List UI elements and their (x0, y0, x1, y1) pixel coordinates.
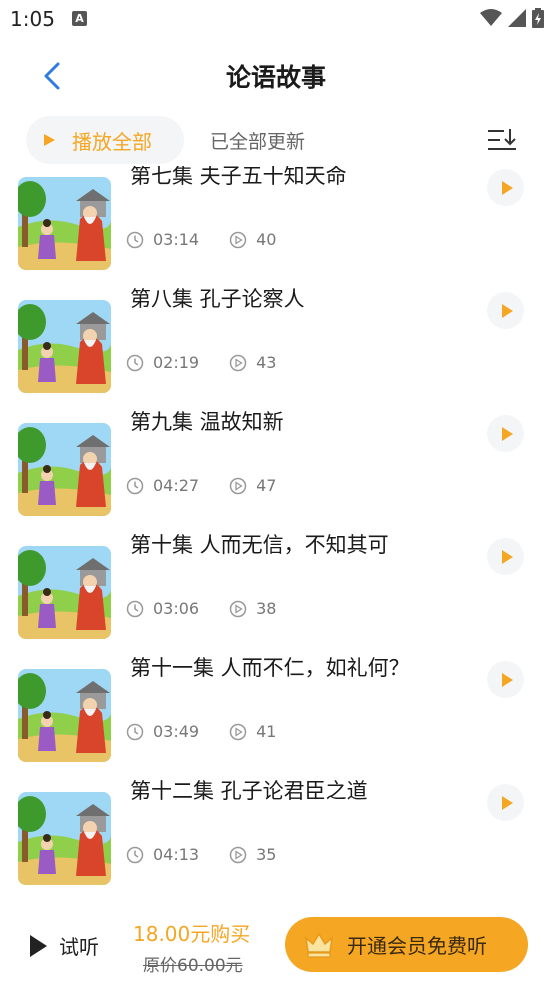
clock-icon (126, 231, 144, 249)
episode-title: 第七集 夫子五十知天命 (130, 166, 347, 188)
episode-duration: 03:06 (153, 599, 200, 618)
episode-thumbnail (18, 177, 111, 270)
episode-play-button[interactable] (487, 784, 524, 821)
episode-item[interactable]: 第十一集 人而不仁，如礼何？ 03:49 41 (0, 642, 552, 765)
play-icon (502, 796, 513, 810)
battery-icon (532, 8, 544, 28)
episode-duration: 04:27 (153, 476, 200, 495)
episode-meta: 03:06 38 (126, 599, 306, 618)
update-status: 已全部更新 (210, 131, 306, 153)
episode-thumbnail (18, 300, 111, 393)
crown-icon (305, 932, 333, 958)
clock-icon (126, 600, 144, 618)
play-icon (502, 673, 513, 687)
clock-icon (126, 354, 144, 372)
clock-icon (126, 723, 144, 741)
episode-play-count: 47 (256, 476, 277, 495)
episode-play-count: 43 (256, 353, 277, 372)
play-count-icon (229, 231, 247, 249)
episode-item[interactable]: 第八集 孔子论察人 02:19 43 (0, 273, 552, 396)
episode-play-button[interactable] (487, 415, 524, 452)
buy-price-button[interactable]: 18.00元购买 (133, 918, 250, 947)
wifi-icon (480, 9, 502, 26)
play-icon (44, 134, 55, 146)
episode-thumbnail (18, 546, 111, 639)
play-count-icon (229, 354, 247, 372)
play-all-button[interactable]: 播放全部 (26, 116, 184, 164)
play-icon (502, 550, 513, 564)
list-controls: 播放全部 已全部更新 (0, 114, 552, 166)
episode-play-button[interactable] (487, 661, 524, 698)
play-count-icon (229, 600, 247, 618)
episode-meta: 03:14 40 (126, 230, 306, 249)
signal-icon (508, 9, 526, 27)
vip-free-listen-button[interactable]: 开通会员免费听 (285, 917, 528, 972)
episode-title: 第十集 人而无信，不知其可 (130, 533, 389, 557)
episode-title: 第八集 孔子论察人 (130, 287, 305, 311)
episode-item[interactable]: 第十集 人而无信，不知其可 03:06 38 (0, 519, 552, 642)
episode-list[interactable]: 第七集 夫子五十知天命 03:14 40 第八集 孔子论察人 02:19 43 … (0, 166, 552, 896)
play-icon (502, 181, 513, 195)
status-bar: 1:05 A (0, 0, 552, 38)
episode-meta: 04:27 47 (126, 476, 306, 495)
clock-icon (126, 846, 144, 864)
play-icon (502, 427, 513, 441)
episode-thumbnail (18, 423, 111, 516)
episode-duration: 03:14 (153, 230, 200, 249)
page-title: 论语故事 (225, 63, 326, 92)
trial-button[interactable]: 试听 (30, 931, 99, 960)
sort-icon[interactable] (486, 126, 518, 154)
episode-meta: 04:13 35 (126, 845, 306, 864)
status-icons (480, 8, 544, 28)
episode-play-count: 38 (256, 599, 277, 618)
episode-title: 第十二集 孔子论君臣之道 (130, 779, 368, 803)
episode-item[interactable]: 第七集 夫子五十知天命 03:14 40 (0, 166, 552, 273)
episode-play-count: 41 (256, 722, 277, 741)
vip-label: 开通会员免费听 (347, 934, 487, 958)
episode-thumbnail (18, 792, 111, 885)
episode-duration: 02:19 (153, 353, 200, 372)
play-count-icon (229, 723, 247, 741)
header: 论语故事 (0, 48, 552, 104)
episode-title: 第九集 温故知新 (130, 410, 284, 434)
status-time: 1:05 (10, 7, 55, 31)
episode-duration: 03:49 (153, 722, 200, 741)
bottom-bar: 试听 18.00元购买 原价60.00元 开通会员免费听 (0, 903, 552, 983)
trial-label: 试听 (59, 935, 99, 959)
play-count-icon (229, 477, 247, 495)
play-all-label: 播放全部 (72, 129, 152, 154)
episode-play-button[interactable] (487, 292, 524, 329)
clock-icon (126, 477, 144, 495)
original-price: 原价60.00元 (143, 956, 243, 976)
episode-meta: 03:49 41 (126, 722, 306, 741)
play-icon (30, 934, 47, 957)
episode-play-count: 35 (256, 845, 277, 864)
notification-icon: A (72, 11, 87, 26)
episode-play-button[interactable] (487, 169, 524, 206)
episode-title: 第十一集 人而不仁，如礼何？ (130, 656, 410, 680)
episode-item[interactable]: 第九集 温故知新 04:27 47 (0, 396, 552, 519)
episode-duration: 04:13 (153, 845, 200, 864)
play-icon (502, 304, 513, 318)
episode-meta: 02:19 43 (126, 353, 306, 372)
episode-thumbnail (18, 669, 111, 762)
episode-play-count: 40 (256, 230, 277, 249)
play-count-icon (229, 846, 247, 864)
episode-play-button[interactable] (487, 538, 524, 575)
episode-item[interactable]: 第十二集 孔子论君臣之道 04:13 35 (0, 765, 552, 888)
